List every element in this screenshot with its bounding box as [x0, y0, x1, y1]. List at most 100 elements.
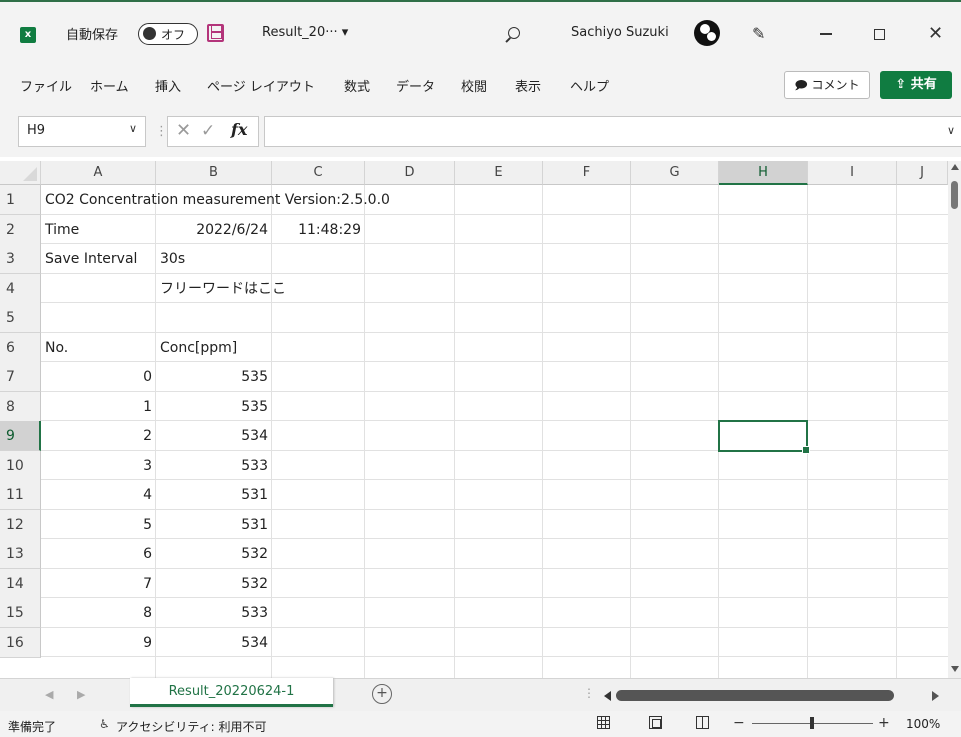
cell-b4[interactable]: フリーワードはここ	[160, 274, 286, 304]
pen-icon[interactable]: ✎	[752, 24, 765, 43]
name-box[interactable]: H9 ∨	[18, 116, 146, 147]
column-header[interactable]: E	[455, 161, 543, 185]
spreadsheet-grid[interactable]: A B C D E F G H I J 1 2 3 4 5 6 7 8 9 10 11 12 13 14 15 16 CO2 Con…	[0, 157, 961, 678]
tab-review[interactable]: 校閲	[461, 76, 487, 95]
cell-b3[interactable]: 30s	[160, 244, 185, 274]
autosave-toggle[interactable]: オフ	[138, 23, 198, 45]
zoom-out-icon[interactable]: −	[733, 715, 745, 731]
column-header[interactable]: F	[543, 161, 631, 185]
column-header[interactable]: D	[365, 161, 455, 185]
insert-function-icon[interactable]: fx	[231, 120, 247, 139]
scroll-right-icon[interactable]	[932, 691, 939, 701]
cell-a14[interactable]: 7	[41, 569, 152, 599]
cell-a13[interactable]: 6	[41, 539, 152, 569]
chevron-down-icon[interactable]: ∨	[129, 122, 137, 135]
sheet-next-icon[interactable]: ▶	[77, 688, 85, 701]
column-header[interactable]: A	[41, 161, 156, 185]
search-icon[interactable]	[508, 27, 520, 39]
cell-b13[interactable]: 532	[156, 539, 268, 569]
row-header[interactable]: 2	[0, 215, 41, 245]
maximize-icon[interactable]	[874, 29, 885, 40]
tab-home[interactable]: ホーム	[90, 76, 129, 95]
expand-chevron-icon[interactable]: ∨	[947, 124, 955, 137]
add-sheet-button[interactable]: +	[372, 684, 392, 704]
row-header[interactable]: 16	[0, 628, 41, 658]
tab-help[interactable]: ヘルプ	[570, 76, 609, 95]
page-break-view-icon[interactable]	[696, 716, 709, 729]
cell-a15[interactable]: 8	[41, 598, 152, 628]
zoom-slider-thumb[interactable]	[810, 717, 814, 729]
cell-b14[interactable]: 532	[156, 569, 268, 599]
close-icon[interactable]: ✕	[928, 23, 943, 44]
split-handle-icon[interactable]: ⋮	[583, 686, 595, 700]
cell-b6[interactable]: Conc[ppm]	[160, 333, 237, 363]
save-icon[interactable]	[207, 24, 224, 42]
cell-c2[interactable]: 11:48:29	[272, 215, 361, 245]
zoom-level[interactable]: 100%	[906, 717, 940, 731]
column-header[interactable]: I	[808, 161, 897, 185]
scroll-down-icon[interactable]	[951, 666, 959, 672]
cell-b10[interactable]: 533	[156, 451, 268, 481]
row-header[interactable]: 3	[0, 244, 41, 274]
row-header[interactable]: 7	[0, 362, 41, 392]
row-header[interactable]: 4	[0, 274, 41, 304]
column-header[interactable]: J	[897, 161, 948, 185]
row-header[interactable]: 12	[0, 510, 41, 540]
row-header[interactable]: 5	[0, 303, 41, 333]
row-header[interactable]: 10	[0, 451, 41, 481]
minimize-icon[interactable]	[820, 33, 832, 35]
cell-a1[interactable]: CO2 Concentration measurement Version:2.…	[45, 185, 390, 215]
accessibility-status[interactable]: アクセシビリティ: 利用不可	[116, 718, 267, 735]
accessibility-icon[interactable]: ♿	[99, 717, 110, 731]
zoom-in-icon[interactable]: +	[878, 715, 890, 731]
vertical-scrollbar[interactable]	[948, 161, 961, 678]
cell-b9[interactable]: 534	[156, 421, 268, 451]
cell-b7[interactable]: 535	[156, 362, 268, 392]
tab-page-layout[interactable]: ページ レイアウト	[207, 76, 315, 95]
tab-view[interactable]: 表示	[515, 76, 541, 95]
row-header[interactable]: 8	[0, 392, 41, 422]
row-header[interactable]: 11	[0, 480, 41, 510]
row-header[interactable]: 13	[0, 539, 41, 569]
column-header[interactable]: B	[156, 161, 272, 185]
tab-file[interactable]: ファイル	[20, 76, 72, 95]
cell-b15[interactable]: 533	[156, 598, 268, 628]
tab-data[interactable]: データ	[396, 76, 435, 95]
user-name[interactable]: Sachiyo Suzuki	[571, 25, 669, 40]
cell-b16[interactable]: 534	[156, 628, 268, 658]
cell-b2[interactable]: 2022/6/24	[156, 215, 268, 245]
cell-a6[interactable]: No.	[45, 333, 68, 363]
cell-a12[interactable]: 5	[41, 510, 152, 540]
cancel-icon[interactable]: ✕	[176, 120, 191, 141]
cell-a2[interactable]: Time	[45, 215, 79, 245]
cell-a16[interactable]: 9	[41, 628, 152, 658]
row-header[interactable]: 15	[0, 598, 41, 628]
cell-b11[interactable]: 531	[156, 480, 268, 510]
horizontal-scroll-thumb[interactable]	[616, 690, 894, 701]
sheet-prev-icon[interactable]: ◀	[45, 688, 53, 701]
file-name-dropdown[interactable]: Result_20··· ▾	[262, 25, 348, 40]
row-header[interactable]: 14	[0, 569, 41, 599]
scroll-left-icon[interactable]	[604, 691, 611, 701]
avatar[interactable]	[694, 20, 720, 46]
cell-a3[interactable]: Save Interval	[45, 244, 137, 274]
tab-insert[interactable]: 挿入	[155, 76, 181, 95]
share-button[interactable]: ⇪ 共有	[880, 71, 952, 99]
selected-cell-outline[interactable]	[718, 420, 810, 454]
scroll-up-icon[interactable]	[951, 164, 959, 170]
cell-a10[interactable]: 3	[41, 451, 152, 481]
select-all-corner[interactable]	[0, 161, 41, 185]
sheet-tab[interactable]: Result_20220624-1	[130, 678, 333, 707]
row-header[interactable]: 9	[0, 421, 41, 451]
row-header[interactable]: 6	[0, 333, 41, 363]
cell-b8[interactable]: 535	[156, 392, 268, 422]
enter-check-icon[interactable]: ✓	[201, 121, 215, 141]
comment-button[interactable]: 🗩 コメント	[784, 71, 870, 99]
cell-a9[interactable]: 2	[41, 421, 152, 451]
normal-view-icon[interactable]	[597, 716, 610, 729]
cell-b12[interactable]: 531	[156, 510, 268, 540]
scroll-thumb[interactable]	[951, 181, 958, 209]
tab-formulas[interactable]: 数式	[344, 76, 370, 95]
column-header[interactable]: G	[631, 161, 719, 185]
column-header[interactable]: H	[719, 161, 808, 185]
